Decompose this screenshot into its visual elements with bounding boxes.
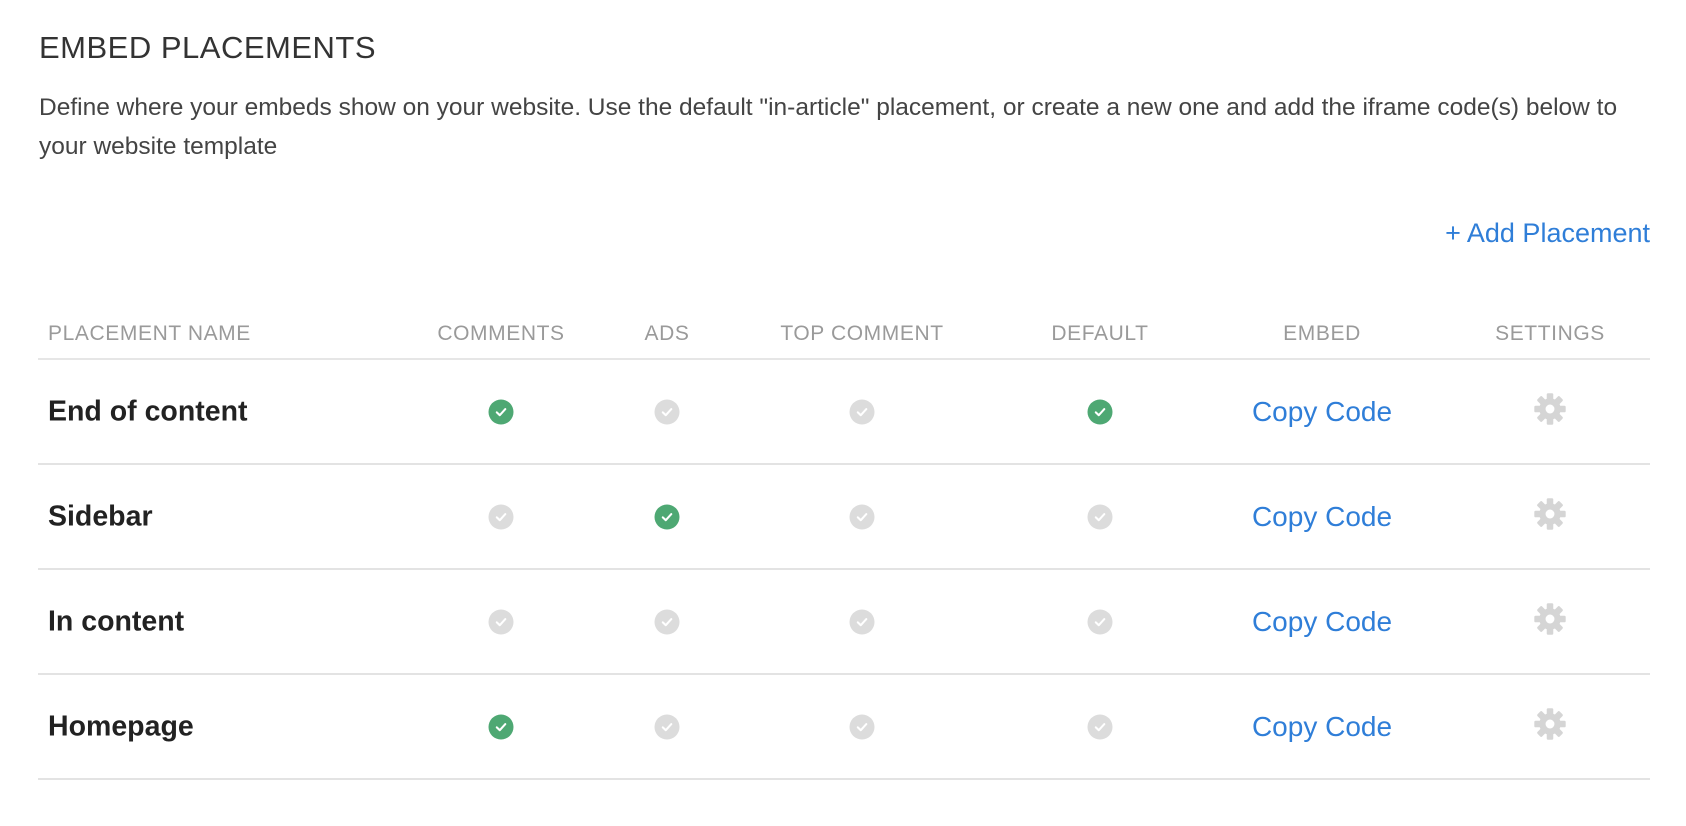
check-disabled-icon [654,714,680,739]
copy-code-link[interactable]: Copy Code [1252,711,1392,743]
ads-cell [654,714,680,739]
header-settings: SETTINGS [1495,322,1605,345]
table-row: In content Copy Code [38,570,1650,675]
top-comment-cell [849,714,875,739]
check-disabled-icon [849,609,875,634]
gear-icon[interactable] [1533,707,1567,741]
table-row: Sidebar Copy Code [38,465,1650,570]
check-disabled-icon [1087,714,1113,739]
ads-cell [654,609,680,634]
placement-name: Homepage [48,710,194,742]
header-ads: ADS [644,322,690,345]
header-default: DEFAULT [1051,322,1149,345]
check-disabled-icon [849,399,875,424]
comments-cell [488,504,514,529]
table-row: Homepage Copy Code [38,675,1650,780]
default-cell [1087,399,1113,424]
check-disabled-icon [849,504,875,529]
gear-icon[interactable] [1533,602,1567,636]
placement-name: End of content [48,395,248,427]
embed-cell: Copy Code [1252,606,1392,638]
add-placement-link[interactable]: + Add Placement [1445,218,1650,249]
default-cell [1087,714,1113,739]
table-row: End of content Copy Code [38,360,1650,465]
check-enabled-icon [488,714,514,739]
check-disabled-icon [849,714,875,739]
ads-cell [654,399,680,424]
copy-code-link[interactable]: Copy Code [1252,501,1392,533]
check-disabled-icon [1087,504,1113,529]
page-title: EMBED PLACEMENTS [39,30,377,65]
gear-icon[interactable] [1533,497,1567,531]
page-description: Define where your embeds show on your we… [39,94,1618,160]
embed-cell: Copy Code [1252,711,1392,743]
copy-code-link[interactable]: Copy Code [1252,396,1392,428]
check-disabled-icon [1087,609,1113,634]
check-enabled-icon [1087,399,1113,424]
placement-name: Sidebar [48,500,153,532]
header-comments: COMMENTS [437,322,565,345]
check-disabled-icon [488,504,514,529]
header-top-comment: TOP COMMENT [780,322,944,345]
top-comment-cell [849,399,875,424]
ads-cell [654,504,680,529]
check-enabled-icon [488,399,514,424]
check-disabled-icon [654,609,680,634]
placements-table: PLACEMENT NAME COMMENTS ADS TOP COMMENT … [38,318,1650,780]
check-enabled-icon [654,504,680,529]
embed-cell: Copy Code [1252,396,1392,428]
default-cell [1087,609,1113,634]
check-disabled-icon [654,399,680,424]
top-comment-cell [849,504,875,529]
embed-cell: Copy Code [1252,501,1392,533]
header-placement-name: PLACEMENT NAME [48,322,251,345]
comments-cell [488,714,514,739]
check-disabled-icon [488,609,514,634]
copy-code-link[interactable]: Copy Code [1252,606,1392,638]
default-cell [1087,504,1113,529]
gear-icon[interactable] [1533,392,1567,426]
header-embed: EMBED [1283,322,1361,345]
table-body: End of content Copy Code Sidebar Copy Code I… [38,360,1650,780]
table-header: PLACEMENT NAME COMMENTS ADS TOP COMMENT … [38,318,1650,360]
comments-cell [488,399,514,424]
placement-name: In content [48,605,185,637]
top-comment-cell [849,609,875,634]
embed-placements-page: EMBED PLACEMENTS Define where your embed… [0,0,1686,826]
comments-cell [488,609,514,634]
